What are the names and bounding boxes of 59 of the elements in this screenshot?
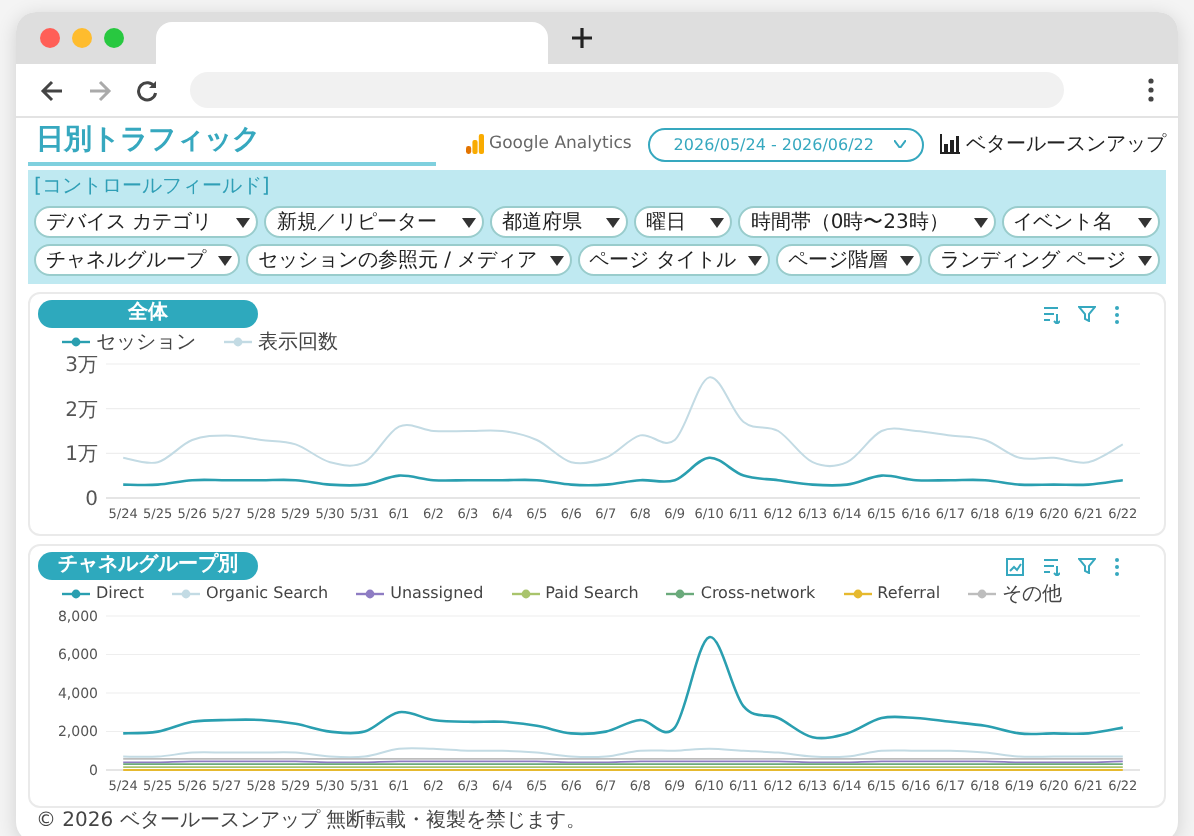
caret-icon — [606, 217, 621, 227]
chevron-icon — [894, 140, 906, 148]
new-tab-icon[interactable] — [572, 28, 592, 48]
caret-icon — [461, 217, 476, 227]
caret-icon — [236, 217, 251, 227]
more-icon[interactable] — [1114, 557, 1120, 575]
filter-dropdown[interactable]: 時間帯（0時〜23時） — [738, 206, 996, 238]
sort-icon[interactable] — [1042, 305, 1060, 323]
filter-dropdown[interactable]: ページ階層 — [775, 244, 922, 276]
chart-logo-icon — [940, 134, 960, 154]
panel-title: チャネルグループ別 — [38, 552, 258, 580]
forward-icon[interactable] — [88, 79, 112, 101]
caret-icon — [747, 255, 762, 265]
axis-label: 0 — [85, 489, 98, 511]
legend-label: 表示回数 — [258, 329, 338, 355]
legend-label: Cross-network — [700, 584, 816, 602]
caret-icon — [973, 217, 988, 227]
filter-icon[interactable] — [1078, 306, 1096, 322]
caret-icon — [217, 255, 232, 265]
filter-dropdown[interactable]: デバイス カテゴリ — [34, 206, 259, 238]
caret-icon — [1138, 255, 1153, 265]
legend-label: Organic Search — [205, 584, 329, 602]
sort-icon[interactable] — [1042, 557, 1060, 575]
more-icon[interactable] — [1114, 305, 1120, 323]
panel-title: 全体 — [38, 300, 258, 328]
legend-label: その他 — [1002, 581, 1063, 607]
section-label: [コントロールフィールド] — [34, 174, 272, 200]
filter-dropdown[interactable]: 曜日 — [634, 206, 733, 238]
filter-dropdown[interactable]: チャネルグループ — [34, 244, 240, 276]
axis-label: 3万 — [65, 355, 98, 377]
axis-label: 2万 — [65, 399, 98, 422]
axis-label: 1万 — [65, 444, 98, 467]
caret-icon — [1137, 217, 1152, 227]
legend-label: Unassigned — [390, 584, 484, 602]
caret-icon — [549, 255, 564, 265]
filter-dropdown[interactable]: ランディング ページ — [927, 244, 1161, 276]
filter-dropdown[interactable]: 都道府県 — [489, 206, 629, 238]
legend-label: セッション — [96, 329, 196, 355]
back-icon[interactable] — [40, 79, 64, 101]
filter-dropdown[interactable]: イベント名 — [1001, 206, 1160, 238]
copyright-text: © 2026 ベタールースンアップ 無断転載・複製を禁じます。 — [36, 810, 586, 832]
menu-icon[interactable] — [1148, 78, 1154, 102]
caret-icon — [710, 217, 725, 227]
close-window-button[interactable] — [40, 28, 60, 48]
chart-type-icon[interactable] — [1006, 557, 1024, 575]
analytics-logo-icon — [465, 134, 484, 154]
maximize-window-button[interactable] — [104, 28, 124, 48]
filter-dropdown[interactable]: ページ タイトル — [577, 244, 770, 276]
reload-icon[interactable] — [136, 79, 158, 101]
filter-dropdown[interactable]: 新規／リピーター — [264, 206, 484, 238]
analytics-label: Google Analytics — [489, 134, 632, 154]
dashboard-title: 日別トラフィック — [28, 122, 436, 166]
brand-name: ベタールースンアップ — [966, 131, 1166, 158]
filter-dropdown[interactable]: セッションの参照元 / メディア — [245, 244, 572, 276]
caret-icon — [899, 255, 914, 265]
filter-icon[interactable] — [1078, 558, 1096, 574]
legend-label: Referral — [877, 584, 941, 602]
legend-label: Paid Search — [545, 584, 639, 602]
legend-label: Direct — [96, 584, 144, 602]
